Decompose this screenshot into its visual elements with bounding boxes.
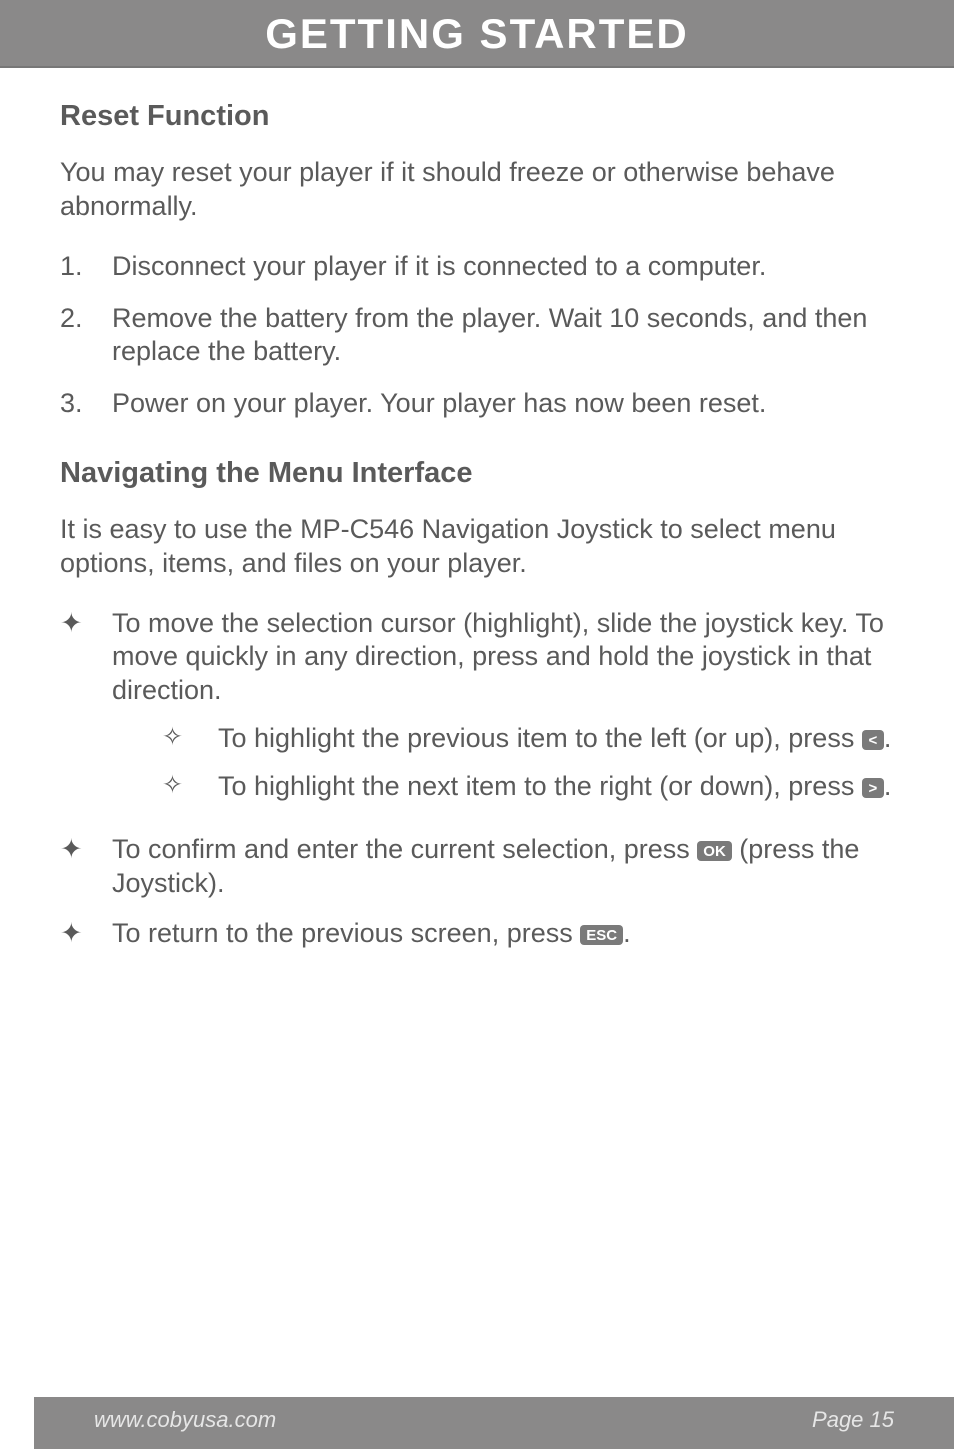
- page-content: Reset Function You may reset your player…: [0, 68, 954, 1397]
- diamond-icon: ✧: [162, 770, 218, 804]
- nav-sub-bullets: ✧ To highlight the previous item to the …: [112, 722, 894, 804]
- star-icon: ✦: [60, 917, 112, 951]
- banner-title: GETTING STARTED: [0, 10, 954, 58]
- step-number: 3.: [60, 387, 112, 421]
- star-icon: ✦: [60, 833, 112, 901]
- reset-intro: You may reset your player if it should f…: [60, 156, 894, 224]
- nav-intro: It is easy to use the MP-C546 Navigation…: [60, 513, 894, 581]
- reset-step: 1. Disconnect your player if it is conne…: [60, 250, 894, 284]
- diamond-icon: ✧: [162, 722, 218, 756]
- right-key-icon: >: [862, 778, 884, 798]
- nav-bullet: ✦ To confirm and enter the current selec…: [60, 833, 894, 901]
- page-banner: GETTING STARTED: [0, 0, 954, 68]
- step-text: Disconnect your player if it is connecte…: [112, 250, 766, 284]
- step-number: 2.: [60, 302, 112, 370]
- esc-key-icon: ESC: [580, 925, 623, 945]
- nav-sub-bullet: ✧ To highlight the previous item to the …: [162, 722, 894, 756]
- page-footer: www.cobyusa.com Page 15: [34, 1397, 954, 1449]
- bullet-text: To move the selection cursor (highlight)…: [112, 608, 884, 706]
- sub-bullet-text: To highlight the next item to the right …: [218, 770, 894, 804]
- nav-bullets: ✦ To move the selection cursor (highligh…: [60, 607, 894, 951]
- reset-step: 3. Power on your player. Your player has…: [60, 387, 894, 421]
- ok-key-icon: OK: [697, 841, 732, 861]
- nav-bullet: ✦ To return to the previous screen, pres…: [60, 917, 894, 951]
- bullet-text: To return to the previous screen, press …: [112, 917, 894, 951]
- step-text: Remove the battery from the player. Wait…: [112, 302, 894, 370]
- sub-bullet-text: To highlight the previous item to the le…: [218, 722, 894, 756]
- step-text: Power on your player. Your player has no…: [112, 387, 766, 421]
- section-heading-nav: Navigating the Menu Interface: [60, 455, 894, 491]
- reset-steps-list: 1. Disconnect your player if it is conne…: [60, 250, 894, 421]
- footer-wrap: www.cobyusa.com Page 15: [0, 1397, 954, 1449]
- nav-bullet-body: To move the selection cursor (highlight)…: [112, 607, 894, 818]
- nav-sub-bullet: ✧ To highlight the next item to the righ…: [162, 770, 894, 804]
- reset-step: 2. Remove the battery from the player. W…: [60, 302, 894, 370]
- star-icon: ✦: [60, 607, 112, 818]
- left-key-icon: <: [862, 730, 884, 750]
- step-number: 1.: [60, 250, 112, 284]
- section-heading-reset: Reset Function: [60, 98, 894, 134]
- footer-url: www.cobyusa.com: [94, 1407, 276, 1433]
- bullet-text: To confirm and enter the current selecti…: [112, 833, 894, 901]
- nav-bullet: ✦ To move the selection cursor (highligh…: [60, 607, 894, 818]
- footer-page: Page 15: [812, 1407, 894, 1433]
